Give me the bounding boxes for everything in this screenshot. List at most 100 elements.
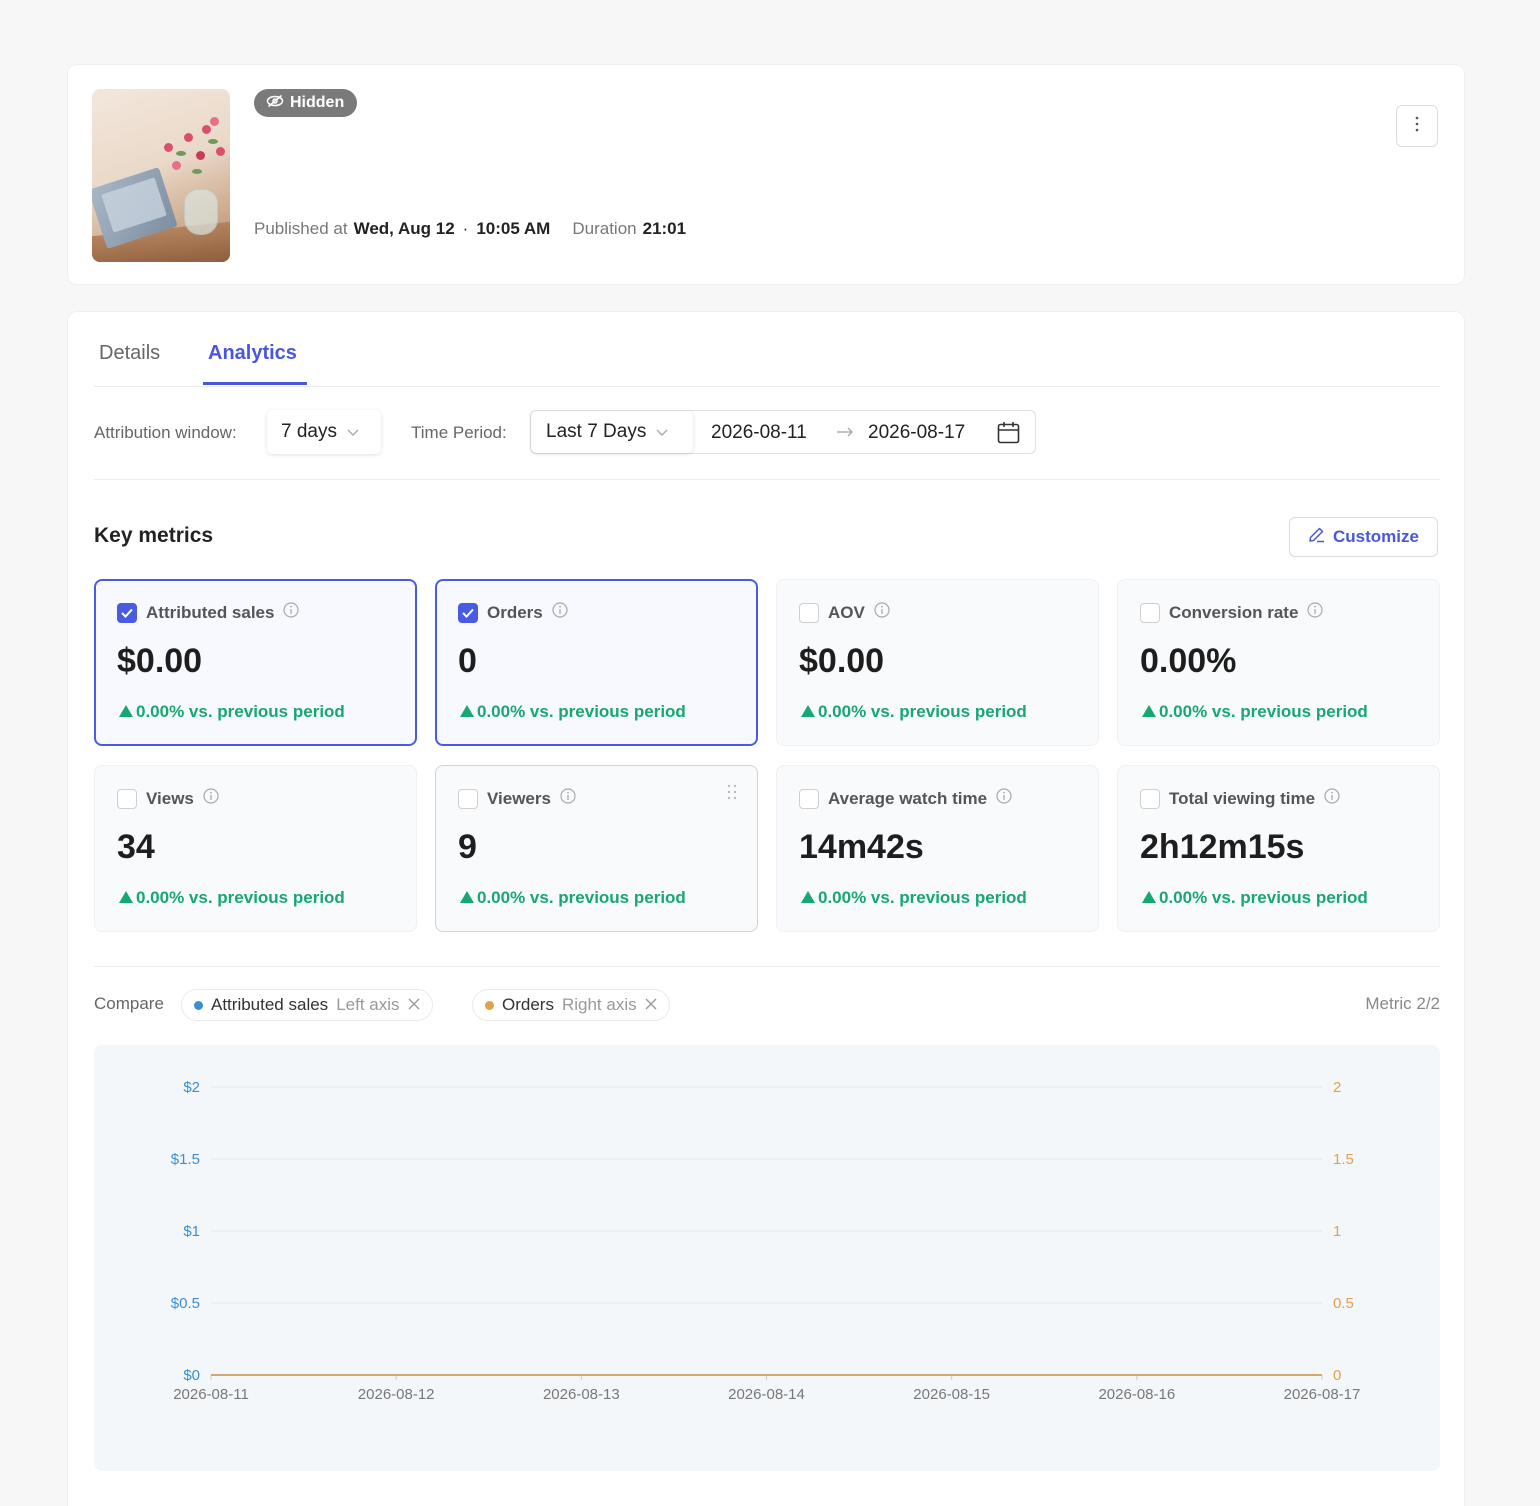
metric-card-average-watch-time[interactable]: Average watch time 14m42s 0.00% vs. prev… <box>776 765 1099 932</box>
published-label: Published at <box>254 219 348 238</box>
metric-change: 0.00% vs. previous period <box>1159 702 1368 721</box>
series-dot <box>194 1000 203 1010</box>
metric-checkbox[interactable] <box>799 602 819 623</box>
x-tick-label: 2026-08-17 <box>1284 1386 1361 1403</box>
triangle-up-icon <box>801 702 815 722</box>
start-date-input[interactable]: 2026-08-11 <box>711 422 807 444</box>
chip-name: Orders <box>502 995 554 1014</box>
metric-checkbox[interactable] <box>1140 788 1160 809</box>
close-icon[interactable] <box>645 995 657 1015</box>
published-separator: · <box>462 219 469 238</box>
triangle-up-icon <box>460 888 474 908</box>
metric-card-viewers[interactable]: Viewers 9 0.00% vs. previous period <box>435 765 758 932</box>
metric-card-orders[interactable]: Orders 0 0.00% vs. previous period <box>435 579 758 746</box>
tab-bar: Details Analytics <box>94 312 1440 387</box>
metric-card-conversion-rate[interactable]: Conversion rate 0.00% 0.00% vs. previous… <box>1117 579 1440 746</box>
period-preset-value: Last 7 Days <box>546 421 647 442</box>
metric-checkbox[interactable] <box>458 602 478 623</box>
info-icon[interactable] <box>996 788 1012 809</box>
compare-chip-attributed-sales[interactable]: Attributed sales Left axis <box>181 989 433 1021</box>
status-badge: Hidden <box>254 89 358 117</box>
published-time: 10:05 AM <box>476 219 551 238</box>
x-tick-label: 2026-08-15 <box>913 1386 990 1403</box>
metric-checkbox[interactable] <box>117 602 137 623</box>
eye-off-icon <box>266 94 284 113</box>
analytics-card: Details Analytics Attribution window: 7 … <box>67 311 1465 1506</box>
period-preset-select[interactable]: Last 7 Days <box>531 411 693 453</box>
attribution-window-label: Attribution window: <box>94 423 237 442</box>
chevron-down-icon <box>347 421 359 443</box>
metric-checkbox[interactable] <box>458 788 478 809</box>
end-date-input[interactable]: 2026-08-17 <box>868 422 965 444</box>
info-icon[interactable] <box>560 788 576 809</box>
attribution-window-select[interactable]: 7 days <box>267 410 381 454</box>
close-icon[interactable] <box>408 995 420 1015</box>
chevron-down-icon <box>656 421 668 443</box>
attribution-window-value: 7 days <box>281 421 337 442</box>
metric-checkbox[interactable] <box>117 788 137 809</box>
metric-count: Metric 2/2 <box>1365 994 1440 1013</box>
triangle-up-icon <box>1142 888 1156 908</box>
metric-checkbox[interactable] <box>799 788 819 809</box>
metric-card-total-viewing-time[interactable]: Total viewing time 2h12m15s 0.00% vs. pr… <box>1117 765 1440 932</box>
y-right-tick-label: 0.5 <box>1333 1295 1354 1312</box>
y-right-tick-label: 2 <box>1333 1079 1341 1096</box>
filter-bar: Attribution window: 7 days Time Period: … <box>94 410 1440 480</box>
info-icon[interactable] <box>874 602 890 623</box>
edit-icon <box>1308 526 1325 548</box>
y-right-tick-label: 1 <box>1333 1223 1341 1240</box>
metric-label: Average watch time <box>828 788 988 808</box>
date-range-picker: Last 7 Days 2026-08-11 2026-08-17 <box>530 410 1036 454</box>
metric-card-aov[interactable]: AOV $0.00 0.00% vs. previous period <box>776 579 1099 746</box>
x-tick-label: 2026-08-14 <box>728 1386 805 1403</box>
publish-info: Published at Wed, Aug 12 · 10:05 AM Dura… <box>254 219 686 239</box>
triangle-up-icon <box>119 888 133 908</box>
metric-value: 0.00% <box>1140 642 1237 680</box>
metric-value: 2h12m15s <box>1140 828 1305 866</box>
more-vertical-icon <box>1415 116 1419 137</box>
live-thumbnail <box>92 89 230 262</box>
metric-value: 34 <box>117 828 155 866</box>
metric-change: 0.00% vs. previous period <box>136 702 345 721</box>
metric-label: Attributed sales <box>146 602 275 622</box>
metric-label: Total viewing time <box>1169 788 1316 808</box>
tab-details[interactable]: Details <box>99 342 160 365</box>
metric-change: 0.00% vs. previous period <box>818 888 1027 907</box>
metric-value: 9 <box>458 828 477 866</box>
metric-checkbox[interactable] <box>1140 602 1160 623</box>
calendar-icon[interactable] <box>997 421 1020 449</box>
metric-change: 0.00% vs. previous period <box>477 888 686 907</box>
info-icon[interactable] <box>1307 602 1324 623</box>
metric-card-attributed-sales[interactable]: Attributed sales $0.00 0.00% vs. previou… <box>94 579 417 746</box>
chart-svg: $0 0 $0.5 0.5 $1 1 $1.5 1.5 $2 2 2026-08-11 2026-08… <box>171 1079 1361 1403</box>
duration-label: Duration <box>572 219 637 238</box>
customize-button[interactable]: Customize <box>1289 517 1438 557</box>
chip-axis: Left axis <box>336 995 400 1014</box>
more-options-button[interactable] <box>1396 105 1438 147</box>
x-tick-label: 2026-08-11 <box>173 1386 249 1403</box>
drag-handle-icon[interactable] <box>727 784 737 805</box>
compare-chip-orders[interactable]: Orders Right axis <box>472 989 670 1021</box>
info-icon[interactable] <box>203 788 219 809</box>
info-icon[interactable] <box>552 602 568 623</box>
metric-card-views[interactable]: Views 34 0.00% vs. previous period <box>94 765 417 932</box>
metric-change: 0.00% vs. previous period <box>818 702 1027 721</box>
metric-change: 0.00% vs. previous period <box>1159 888 1368 907</box>
metric-label: Views <box>146 788 194 808</box>
metric-value: $0.00 <box>117 642 203 680</box>
metric-label: Viewers <box>487 788 551 808</box>
info-icon[interactable] <box>283 602 300 623</box>
chip-axis: Right axis <box>561 995 637 1014</box>
y-left-tick-label: $2 <box>183 1079 200 1096</box>
y-left-tick-label: $0 <box>183 1367 200 1384</box>
compare-bar: Compare Attributed sales Left axis Order… <box>94 966 1440 1026</box>
metric-change: 0.00% vs. previous period <box>136 888 345 907</box>
y-left-tick-label: $0.5 <box>171 1295 200 1312</box>
time-period-label: Time Period: <box>411 423 507 442</box>
series-dot <box>485 1000 494 1010</box>
tab-analytics[interactable]: Analytics <box>208 342 297 365</box>
chip-name: Attributed sales <box>211 995 329 1014</box>
info-icon[interactable] <box>1324 788 1340 809</box>
y-right-tick-label: 1.5 <box>1333 1151 1354 1168</box>
metric-label: Conversion rate <box>1169 602 1299 622</box>
